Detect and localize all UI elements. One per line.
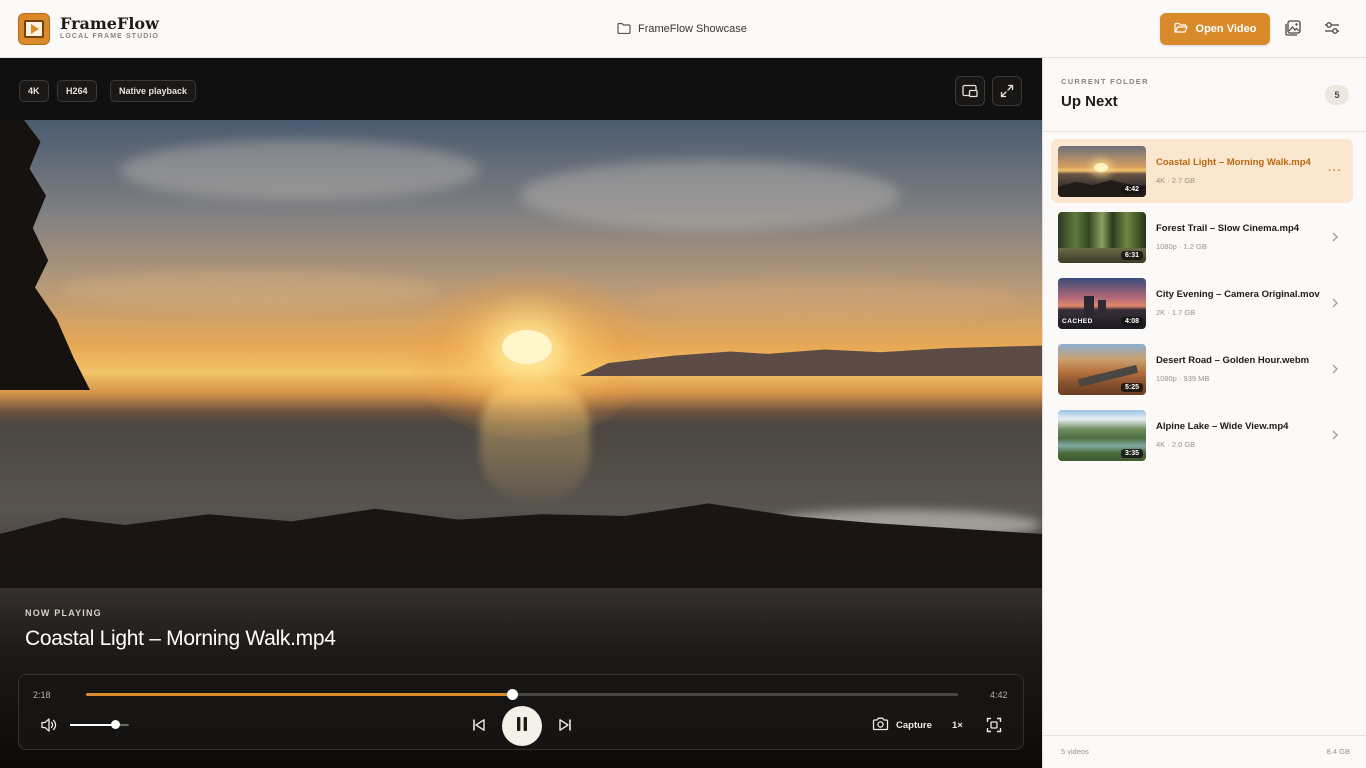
video-count-badge: 5 bbox=[1325, 85, 1349, 105]
item-meta: 1080p · 1.2 GB bbox=[1156, 242, 1207, 251]
playlist-item[interactable]: CACHED 4:08 City Evening – Camera Origin… bbox=[1051, 271, 1353, 335]
item-meta: 4K · 2.7 GB bbox=[1156, 176, 1196, 185]
picture-in-picture-icon[interactable] bbox=[955, 76, 985, 106]
skip-forward-icon[interactable] bbox=[555, 716, 575, 734]
now-playing-title: Coastal Light – Morning Walk.mp4 bbox=[25, 627, 336, 650]
section-label: CURRENT FOLDER bbox=[1061, 77, 1149, 86]
up-next-sidebar: CURRENT FOLDER Up Next 5 4:42 Coastal Li… bbox=[1042, 58, 1366, 768]
chevron-right-icon[interactable] bbox=[1327, 229, 1343, 245]
sidebar-header: CURRENT FOLDER Up Next 5 bbox=[1043, 58, 1366, 132]
format-badge-codec: H264 bbox=[57, 80, 97, 102]
duration-badge: 4:42 bbox=[1120, 185, 1143, 194]
item-title: Coastal Light – Morning Walk.mp4 bbox=[1156, 157, 1311, 168]
pause-button[interactable] bbox=[502, 706, 542, 746]
footer-video-count: 5 videos bbox=[1061, 747, 1089, 756]
item-title: Forest Trail – Slow Cinema.mp4 bbox=[1156, 223, 1300, 234]
seek-bar[interactable] bbox=[86, 689, 958, 700]
video-thumbnail: 3:35 bbox=[1058, 410, 1146, 461]
app-name: FrameFlow bbox=[60, 14, 159, 33]
item-title: City Evening – Camera Original.mov bbox=[1156, 289, 1320, 300]
item-title: Desert Road – Golden Hour.webm bbox=[1156, 355, 1310, 366]
video-thumbnail: 4:42 bbox=[1058, 146, 1146, 197]
item-title: Alpine Lake – Wide View.mp4 bbox=[1156, 421, 1289, 432]
image-gallery-icon[interactable] bbox=[1282, 17, 1304, 39]
format-badge-resolution: 4K bbox=[19, 80, 49, 102]
volume-level bbox=[70, 724, 115, 726]
chevron-right-icon[interactable] bbox=[1327, 295, 1343, 311]
seek-bar-thumb[interactable] bbox=[507, 689, 519, 700]
video-player: 4K H264 Native playback NOW PLAYING Coas… bbox=[0, 58, 1042, 768]
playlist-item[interactable]: 5:25 Desert Road – Golden Hour.webm 1080… bbox=[1051, 337, 1353, 401]
playback-controls: 2:18 4:42 Capture 1× bbox=[18, 674, 1024, 750]
item-meta: 2K · 1.7 GB bbox=[1156, 308, 1196, 317]
duration-badge: 3:35 bbox=[1120, 449, 1143, 458]
speaker-icon[interactable] bbox=[39, 716, 59, 734]
capture-button[interactable]: Capture bbox=[872, 717, 932, 734]
duration-badge: 5:25 bbox=[1120, 383, 1143, 392]
open-video-button[interactable]: Open Video bbox=[1160, 13, 1270, 45]
chevron-right-icon[interactable] bbox=[1327, 427, 1343, 443]
fit-screen-icon[interactable] bbox=[984, 715, 1004, 735]
current-time: 2:18 bbox=[33, 690, 51, 700]
sliders-icon[interactable] bbox=[1321, 17, 1343, 39]
player-toolbar: 4K H264 Native playback bbox=[0, 58, 1042, 120]
now-playing-label: NOW PLAYING bbox=[25, 608, 102, 618]
item-meta: 1080p · 939 MB bbox=[1156, 374, 1210, 383]
open-video-label: Open Video bbox=[1195, 23, 1257, 35]
top-bar: FrameFlow LOCAL FRAME STUDIO FrameFlow S… bbox=[0, 0, 1366, 58]
folder-icon bbox=[617, 22, 631, 37]
seek-bar-progress bbox=[86, 693, 513, 696]
frame-play-icon bbox=[18, 13, 50, 45]
footer-total-size: 8.4 GB bbox=[1326, 747, 1350, 756]
skip-back-icon[interactable] bbox=[469, 716, 489, 734]
camera-icon bbox=[872, 717, 889, 734]
sidebar-footer: 5 videos 8.4 GB bbox=[1043, 735, 1366, 768]
playlist-item[interactable]: 3:35 Alpine Lake – Wide View.mp4 4K · 2.… bbox=[1051, 403, 1353, 467]
volume-slider[interactable] bbox=[70, 720, 129, 729]
more-dots-icon[interactable]: ··· bbox=[1327, 163, 1343, 179]
cached-label: CACHED bbox=[1062, 318, 1093, 325]
expand-icon[interactable] bbox=[992, 76, 1022, 106]
format-badge-playback: Native playback bbox=[110, 80, 197, 102]
total-time: 4:42 bbox=[990, 690, 1008, 700]
video-thumbnail: 6:31 bbox=[1058, 212, 1146, 263]
app-subtitle: LOCAL FRAME STUDIO bbox=[60, 33, 160, 40]
volume-thumb[interactable] bbox=[110, 720, 120, 729]
video-thumbnail: CACHED 4:08 bbox=[1058, 278, 1146, 329]
folder-breadcrumb[interactable]: FrameFlow Showcase bbox=[617, 20, 747, 38]
folder-open-icon bbox=[1173, 22, 1188, 37]
duration-badge: 4:08 bbox=[1120, 317, 1143, 326]
video-thumbnail: 5:25 bbox=[1058, 344, 1146, 395]
playlist-item[interactable]: 4:42 Coastal Light – Morning Walk.mp4 4K… bbox=[1051, 139, 1353, 203]
folder-name: FrameFlow Showcase bbox=[638, 23, 747, 35]
item-meta: 4K · 2.0 GB bbox=[1156, 440, 1196, 449]
sidebar-title: Up Next bbox=[1061, 93, 1118, 110]
video-frame[interactable] bbox=[0, 120, 1042, 768]
chevron-right-icon[interactable] bbox=[1327, 361, 1343, 377]
pause-icon bbox=[515, 716, 529, 737]
playlist-item[interactable]: 6:31 Forest Trail – Slow Cinema.mp4 1080… bbox=[1051, 205, 1353, 269]
playback-speed-button[interactable]: 1× bbox=[952, 720, 963, 731]
capture-label: Capture bbox=[896, 720, 932, 731]
duration-badge: 6:31 bbox=[1120, 251, 1143, 260]
